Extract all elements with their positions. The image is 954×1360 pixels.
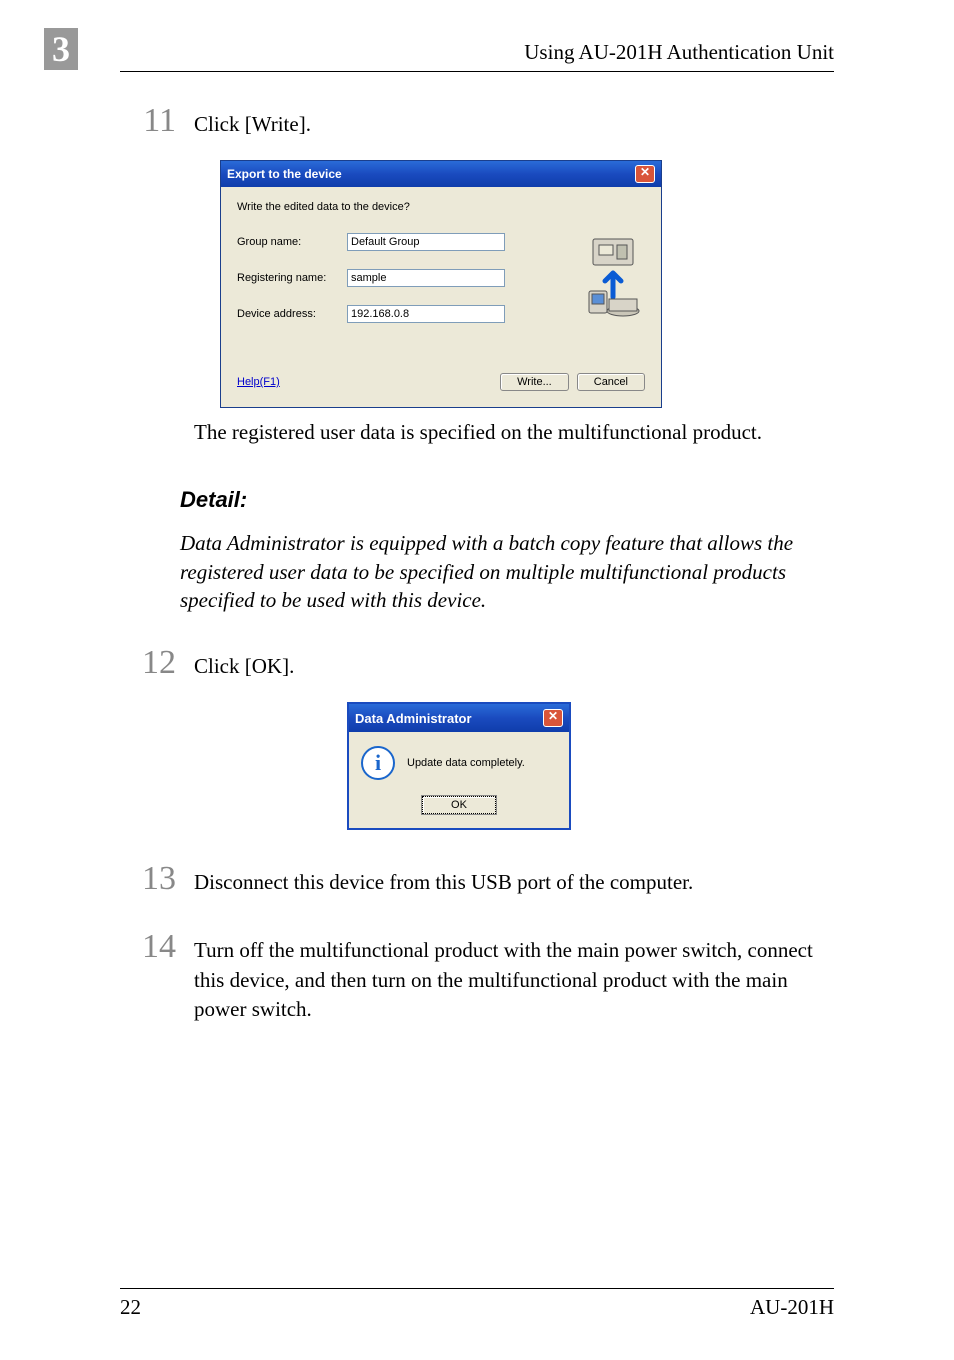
page-number: 22 [120,1295,141,1320]
page-footer: 22 AU-201H [120,1288,834,1320]
close-icon[interactable]: ✕ [543,709,563,727]
product-code: AU-201H [750,1295,834,1320]
info-icon: i [361,746,395,780]
dialog-titlebar: Data Administrator ✕ [349,704,569,732]
device-transfer-icon [585,237,641,320]
detail-heading: Detail: [180,487,834,513]
group-name-input[interactable] [347,233,505,251]
help-link[interactable]: Help(F1) [237,376,280,388]
registering-name-input[interactable] [347,269,505,287]
header-title: Using AU-201H Authentication Unit [120,40,834,72]
group-name-label: Group name: [237,236,347,248]
data-administrator-dialog: Data Administrator ✕ i Update data compl… [347,702,571,830]
step-12: 12 Click [OK]. [120,644,834,682]
step-text: Turn off the multifunctional product wit… [194,936,834,1024]
step-number: 12 [120,644,176,682]
registering-name-label: Registering name: [237,272,347,284]
chapter-number: 3 [44,28,78,70]
step-number: 13 [120,860,176,898]
dialog-titlebar: Export to the device ✕ [221,161,661,187]
step-11: 11 Click [Write]. [120,102,834,140]
cancel-button[interactable]: Cancel [577,373,645,391]
dialog-title: Export to the device [227,167,342,181]
ok-button[interactable]: OK [422,796,496,814]
write-button[interactable]: Write... [500,373,569,391]
export-dialog: Export to the device ✕ Write the edited … [220,160,662,408]
dialog-prompt: Write the edited data to the device? [237,201,645,213]
step-text: Disconnect this device from this USB por… [194,868,693,897]
step-text: Click [OK]. [194,652,294,681]
dialog-message: Update data completely. [407,757,525,769]
step-number: 11 [120,102,176,140]
step-14: 14 Turn off the multifunctional product … [120,928,834,1024]
step-13: 13 Disconnect this device from this USB … [120,860,834,898]
device-address-input[interactable] [347,305,505,323]
step-text: Click [Write]. [194,110,311,139]
close-icon[interactable]: ✕ [635,165,655,183]
dialog-title: Data Administrator [355,711,472,726]
step-11-result: The registered user data is specified on… [194,418,834,447]
step-number: 14 [120,928,176,966]
device-address-label: Device address: [237,308,347,320]
detail-body: Data Administrator is equipped with a ba… [180,529,840,614]
